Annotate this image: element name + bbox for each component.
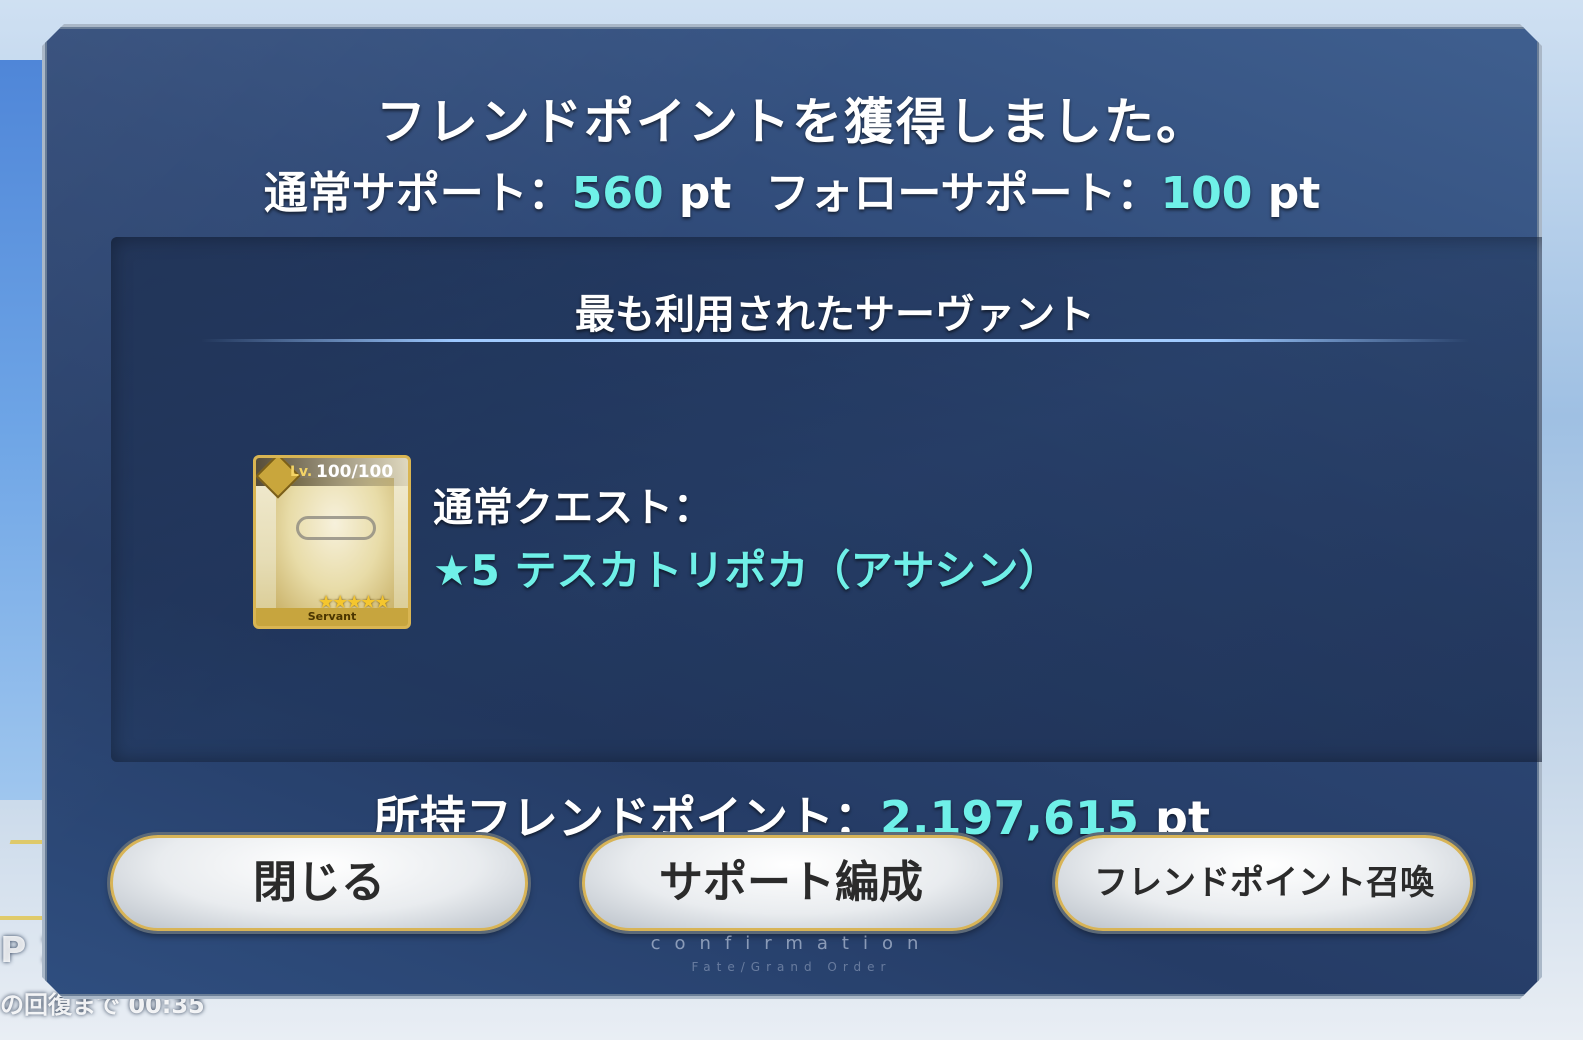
servant-name: ★5 テスカトリポカ（アサシン） — [433, 546, 1061, 595]
normal-support-unit: pt — [678, 168, 732, 219]
most-used-heading: 最も利用されたサーヴァント — [575, 292, 1095, 338]
most-used-servant-panel: 最も利用されたサーヴァント 100/100 Lv. ★★★★★ Servant … — [111, 237, 1559, 762]
brand-watermark: Fate/Grand Order — [691, 960, 892, 974]
level-value: 100/100 — [316, 462, 394, 482]
follow-support-label: フォローサポート： — [765, 168, 1161, 219]
follow-support-unit: pt — [1267, 168, 1321, 219]
servant-portrait — [276, 478, 394, 608]
confirmation-watermark: confirmation — [650, 933, 933, 954]
support-points-line: 通常サポート：560 pt フォローサポート：100 pt — [45, 157, 1539, 221]
normal-support-value: 560 — [571, 168, 664, 219]
servant-glasses-shape — [296, 516, 376, 540]
servant-card[interactable]: 100/100 Lv. ★★★★★ Servant — [253, 455, 411, 629]
normal-support-label: 通常サポート： — [263, 168, 572, 219]
level-prefix: Lv. — [290, 464, 313, 480]
close-button[interactable]: 閉じる — [110, 835, 528, 931]
dialog-title: フレンドポイントを獲得しました。 — [376, 93, 1208, 151]
card-type-label: Servant — [256, 608, 408, 626]
follow-support-value: 100 — [1160, 168, 1253, 219]
quest-type-label: 通常クエスト： — [433, 485, 713, 531]
heading-divider — [201, 339, 1469, 342]
friend-point-summon-button[interactable]: フレンドポイント召喚 — [1055, 835, 1473, 931]
support-formation-button[interactable]: サポート編成 — [582, 835, 1000, 931]
